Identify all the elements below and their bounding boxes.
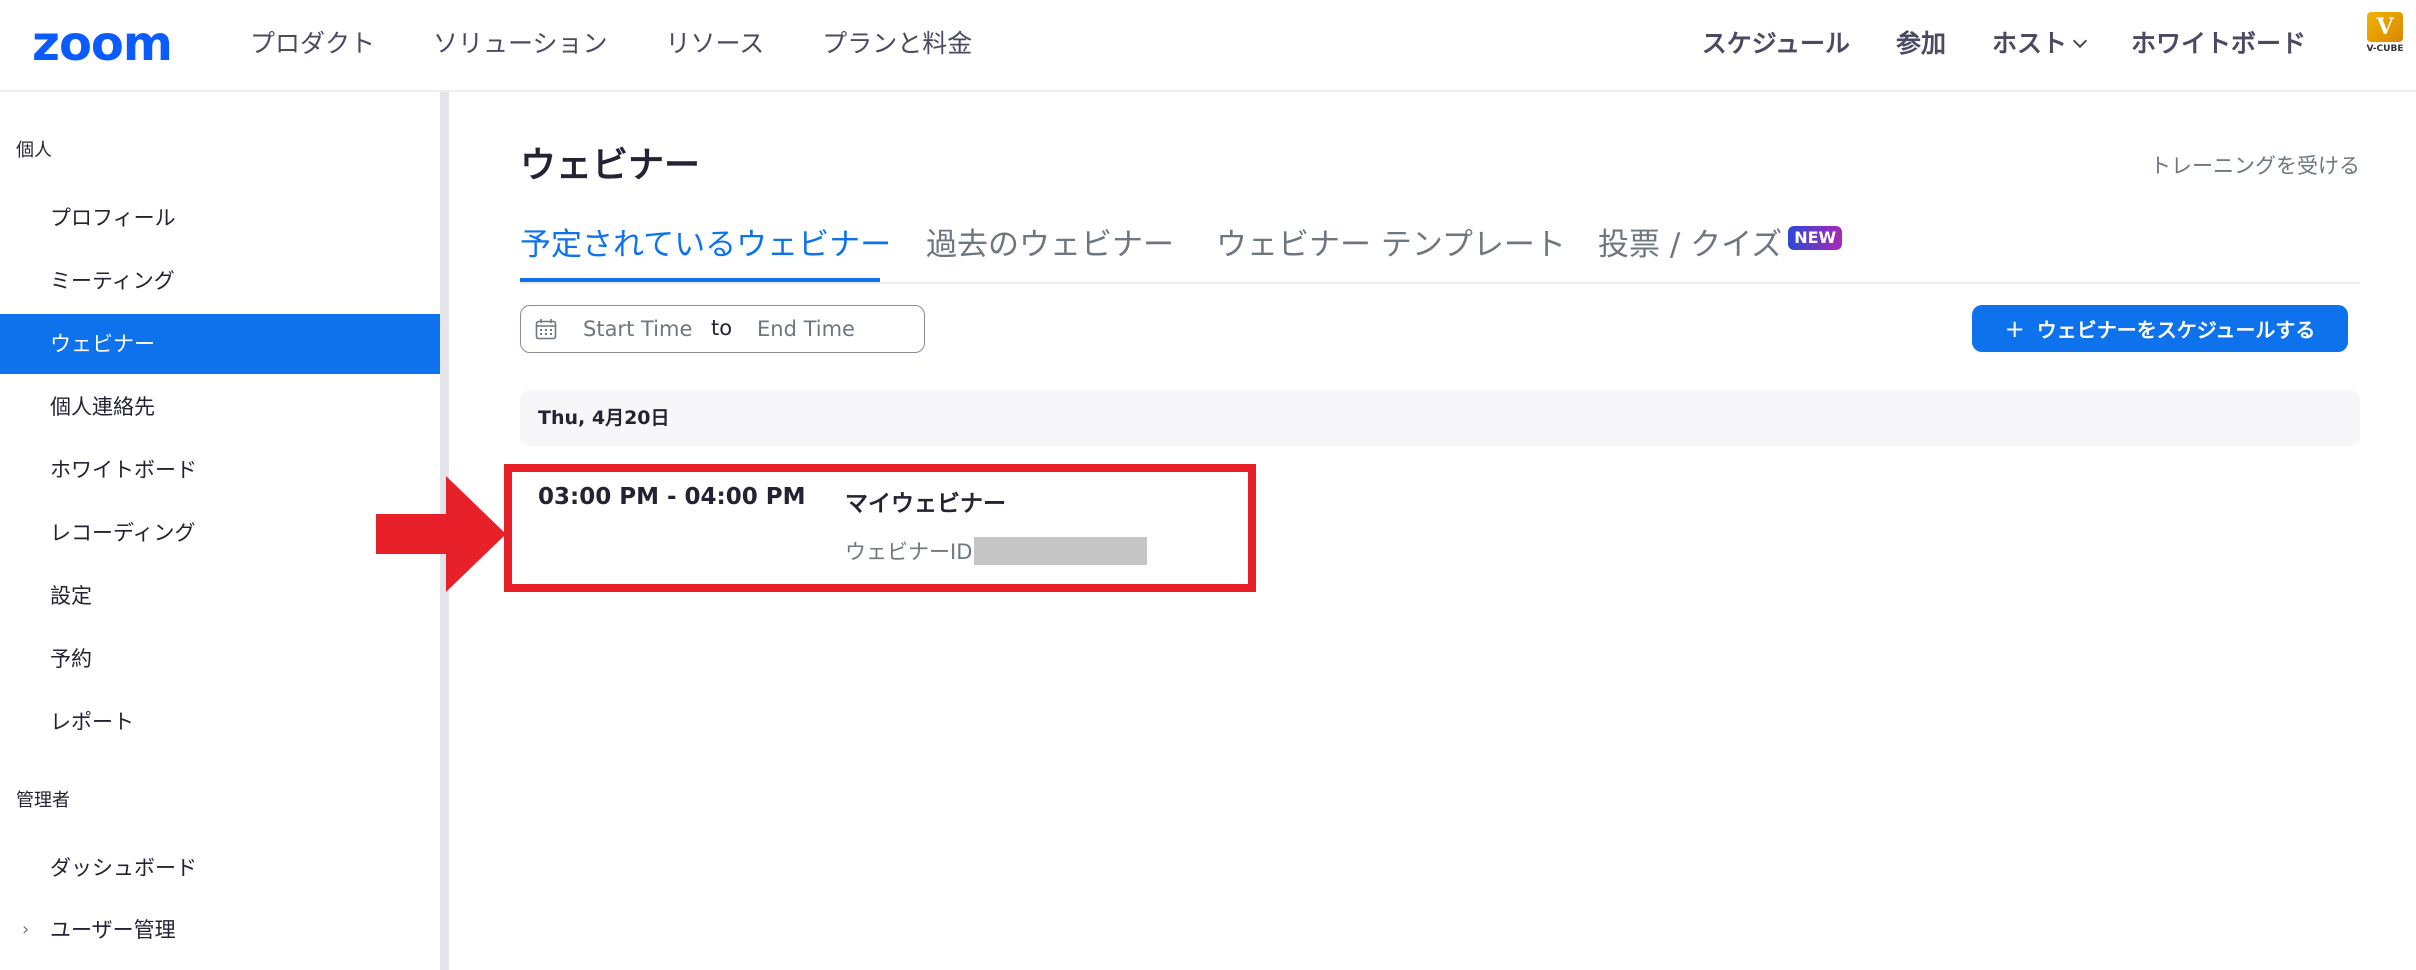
tab-upcoming[interactable]: 予定されているウェビナー: [520, 222, 891, 268]
sidebar-section-personal: 個人: [16, 140, 52, 161]
chevron-right-icon: ›: [22, 919, 30, 940]
vcube-logo[interactable]: V V-CUBE: [2364, 12, 2406, 62]
webinar-title-link[interactable]: マイウェビナー: [845, 484, 1006, 518]
sidebar-item-profile[interactable]: プロフィール: [0, 188, 440, 248]
schedule-webinar-label: ウェビナーをスケジュールする: [2036, 318, 2316, 342]
sidebar-item-webinars[interactable]: ウェビナー: [0, 314, 440, 374]
sidebar-item-user-management-label: ユーザー管理: [50, 918, 176, 942]
sidebar: 個人 プロフィール ミーティング ウェビナー 個人連絡先 ホワイトボード レコー…: [0, 92, 440, 970]
tab-polls-quizzes[interactable]: 投票 / クイズ NEW: [1598, 222, 1843, 268]
sidebar-item-reports[interactable]: レポート: [0, 692, 440, 752]
date-group-header: Thu, 4月20日: [520, 390, 2360, 446]
training-link[interactable]: トレーニングを受ける: [2150, 150, 2360, 180]
redacted-id-block: [974, 537, 1148, 565]
nav-left: プロダクト ソリューション リソース プランと料金: [250, 24, 1030, 64]
date-range-separator: to: [711, 316, 733, 340]
sidebar-item-recordings[interactable]: レコーディング: [0, 503, 440, 563]
webinar-list-item[interactable]: 03:00 PM - 04:00 PM マイウェビナー ウェビナーID: [520, 470, 1240, 580]
page-title: ウェビナー: [520, 145, 701, 186]
sidebar-item-dashboard[interactable]: ダッシュボード: [0, 838, 440, 898]
plus-icon: +: [2004, 314, 2025, 343]
nav-host-label: ホスト: [1991, 29, 2067, 58]
nav-host[interactable]: ホスト: [1991, 24, 2088, 64]
nav-schedule[interactable]: スケジュール: [1702, 24, 1850, 64]
active-tab-indicator: [520, 278, 880, 282]
sidebar-section-admin: 管理者: [16, 790, 70, 811]
schedule-webinar-button[interactable]: + ウェビナーをスケジュールする: [1972, 305, 2348, 352]
nav-pricing[interactable]: プランと料金: [822, 24, 972, 64]
sidebar-item-meetings[interactable]: ミーティング: [0, 251, 440, 311]
nav-whiteboard[interactable]: ホワイトボード: [2131, 24, 2306, 64]
start-time-input[interactable]: Start Time: [583, 317, 692, 341]
webinar-id: ウェビナーID: [845, 536, 1148, 566]
new-badge: NEW: [1788, 226, 1843, 250]
nav-join[interactable]: 参加: [1896, 24, 1946, 64]
webinar-tabs: 予定されているウェビナー 過去のウェビナー ウェビナー テンプレート 投票 / …: [520, 222, 2360, 284]
webinar-time: 03:00 PM - 04:00 PM: [538, 484, 806, 510]
nav-resources[interactable]: リソース: [666, 24, 765, 64]
top-header: zoom プロダクト ソリューション リソース プランと料金 スケジュール 参加…: [0, 0, 2416, 92]
nav-products[interactable]: プロダクト: [250, 24, 375, 64]
vcube-mark-icon: V: [2367, 12, 2403, 42]
vcube-logo-text: V-CUBE: [2366, 44, 2404, 54]
zoom-logo[interactable]: zoom: [32, 20, 173, 68]
nav-solutions[interactable]: ソリューション: [433, 24, 608, 64]
sidebar-item-user-management[interactable]: › ユーザー管理: [0, 900, 440, 960]
tab-polls-quizzes-label: 投票 / クイズ: [1598, 227, 1783, 263]
end-time-input[interactable]: End Time: [757, 317, 855, 341]
webinar-id-label: ウェビナーID: [845, 540, 973, 564]
red-arrow-icon: [376, 476, 506, 592]
sidebar-item-whiteboards[interactable]: ホワイトボード: [0, 440, 440, 500]
tab-previous[interactable]: 過去のウェビナー: [926, 222, 1174, 268]
date-range-filter[interactable]: Start Time to End Time: [520, 305, 925, 353]
chevron-down-icon: [2072, 33, 2088, 49]
sidebar-item-contacts[interactable]: 個人連絡先: [0, 377, 440, 437]
tab-templates[interactable]: ウェビナー テンプレート: [1216, 222, 1566, 268]
nav-right: スケジュール 参加 ホスト ホワイトボード: [1656, 24, 2306, 64]
sidebar-item-settings[interactable]: 設定: [0, 566, 440, 626]
sidebar-item-reservations[interactable]: 予約: [0, 629, 440, 689]
calendar-icon: [535, 319, 557, 340]
